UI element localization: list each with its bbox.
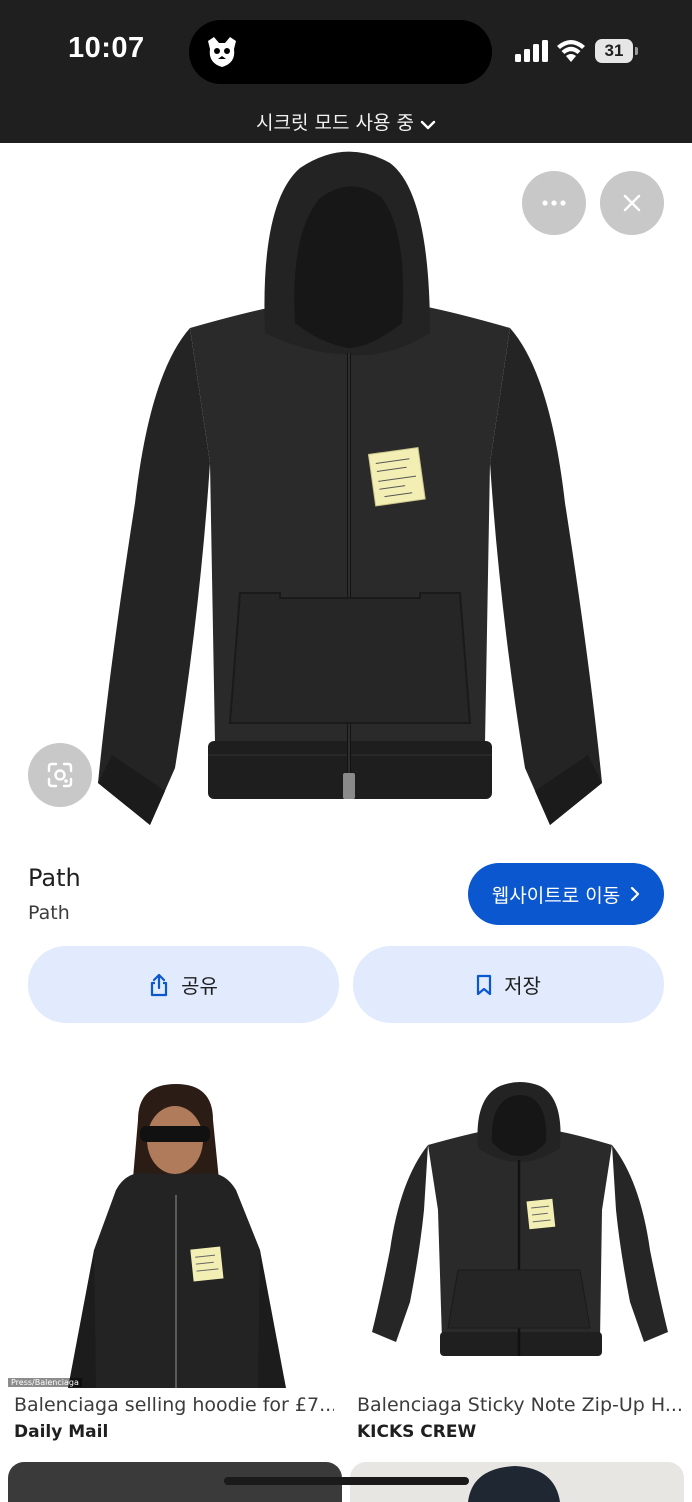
lens-search-button[interactable]	[28, 743, 92, 807]
result-title: Path	[28, 864, 81, 892]
status-bar: 10:07 31 시크릿 모드 사용 중	[0, 0, 692, 143]
hoodie-flat-image	[350, 1070, 684, 1388]
close-button[interactable]	[600, 171, 664, 235]
status-time: 10:07	[68, 32, 145, 64]
incognito-mode-label: 시크릿 모드 사용 중	[256, 112, 414, 134]
save-label: 저장	[504, 974, 541, 998]
related-image-2[interactable]	[350, 1070, 684, 1388]
chevron-right-icon	[631, 886, 640, 902]
model-hoodie-image	[8, 1070, 342, 1388]
visit-website-label: 웹사이트로 이동	[491, 884, 621, 907]
share-button[interactable]: 공유	[28, 946, 339, 1023]
close-icon	[623, 194, 641, 212]
result-source: Path	[28, 902, 70, 924]
hero-image-area	[0, 143, 692, 843]
related-image-1[interactable]	[8, 1070, 342, 1388]
related-title-1[interactable]: Balenciaga selling hoodie for £7...	[14, 1394, 334, 1416]
related-title-2[interactable]: Balenciaga Sticky Note Zip-Up H...	[357, 1394, 681, 1416]
related-source-2: KICKS CREW	[357, 1422, 477, 1442]
save-button[interactable]: 저장	[353, 946, 664, 1023]
chevron-down-icon	[420, 120, 436, 130]
share-icon	[150, 973, 168, 996]
lens-icon	[47, 762, 73, 788]
more-icon	[542, 200, 566, 206]
dynamic-island	[189, 20, 492, 84]
incognito-mode-selector[interactable]: 시크릿 모드 사용 중	[0, 108, 692, 135]
image-credit: Press/Balenciaga	[8, 1378, 82, 1387]
visit-website-button[interactable]: 웹사이트로 이동	[468, 863, 664, 925]
hoodie-product-image[interactable]	[90, 143, 610, 833]
home-indicator[interactable]	[224, 1477, 469, 1485]
share-label: 공유	[181, 974, 218, 998]
battery-indicator: 31	[595, 39, 638, 63]
wifi-icon	[557, 40, 585, 62]
more-button[interactable]	[522, 171, 586, 235]
incognito-icon	[208, 37, 236, 67]
related-source-1: Daily Mail	[14, 1422, 109, 1442]
bookmark-icon	[476, 974, 492, 995]
signal-icon	[515, 40, 548, 62]
